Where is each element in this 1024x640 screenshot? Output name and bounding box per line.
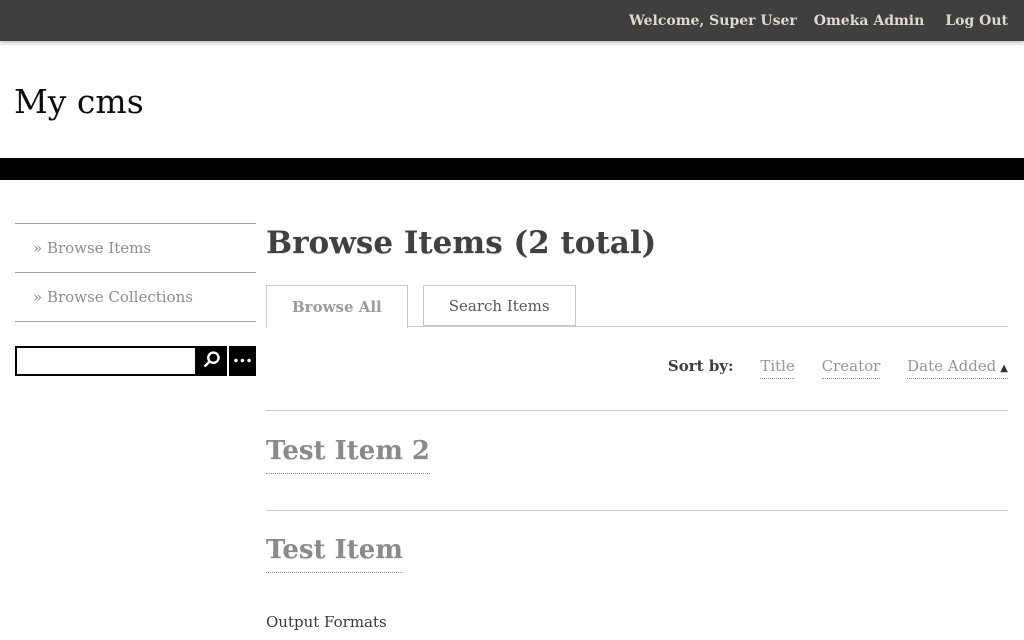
magnifier-icon — [201, 349, 223, 374]
admin-bar: Welcome, Super User Omeka Admin Log Out — [0, 0, 1024, 41]
logout-link[interactable]: Log Out — [945, 13, 1008, 29]
sort-ascending-icon: ▲ — [1000, 363, 1008, 374]
item-row: Test Item — [266, 511, 1008, 573]
primary-nav-bar — [0, 158, 1024, 180]
sort-link-title[interactable]: Title — [760, 357, 795, 379]
browse-items-link[interactable]: » Browse Items — [33, 239, 256, 257]
site-title-link[interactable]: My cms — [14, 82, 144, 121]
output-formats-label: Output Formats — [266, 613, 1008, 631]
sidebar: » Browse Items » Browse Collections — [15, 223, 256, 322]
page: Welcome, Super User Omeka Admin Log Out … — [0, 0, 1024, 640]
item-title-link[interactable]: Test Item — [266, 535, 403, 573]
tab-bar: Browse All Search Items — [266, 285, 1008, 327]
sort-bar: Sort by: Title Creator Date Added▲ — [266, 327, 1008, 411]
sidebar-nav: » Browse Items » Browse Collections — [15, 223, 256, 322]
browse-collections-link[interactable]: » Browse Collections — [33, 288, 256, 306]
item-title-link[interactable]: Test Item 2 — [266, 436, 430, 474]
search-bar: ... — [15, 346, 256, 376]
page-title: Browse Items (2 total) — [266, 225, 1008, 261]
search-button[interactable] — [197, 346, 227, 376]
advanced-search-button[interactable]: ... — [229, 346, 256, 376]
sort-link-date-added[interactable]: Date Added▲ — [907, 357, 1008, 379]
sidebar-item-browse-collections[interactable]: » Browse Collections — [15, 272, 256, 322]
tab-browse-all[interactable]: Browse All — [266, 285, 408, 328]
main-content: Browse Items (2 total) Browse All Search… — [266, 225, 1008, 631]
welcome-text: Welcome, Super User — [629, 13, 797, 29]
item-row: Test Item 2 — [266, 411, 1008, 511]
search-input[interactable] — [15, 346, 197, 376]
tab-search-items[interactable]: Search Items — [423, 285, 576, 326]
sort-by-label: Sort by: — [668, 357, 734, 375]
sidebar-item-browse-items[interactable]: » Browse Items — [15, 223, 256, 272]
sort-link-creator[interactable]: Creator — [822, 357, 881, 379]
omeka-admin-link[interactable]: Omeka Admin — [814, 13, 925, 29]
